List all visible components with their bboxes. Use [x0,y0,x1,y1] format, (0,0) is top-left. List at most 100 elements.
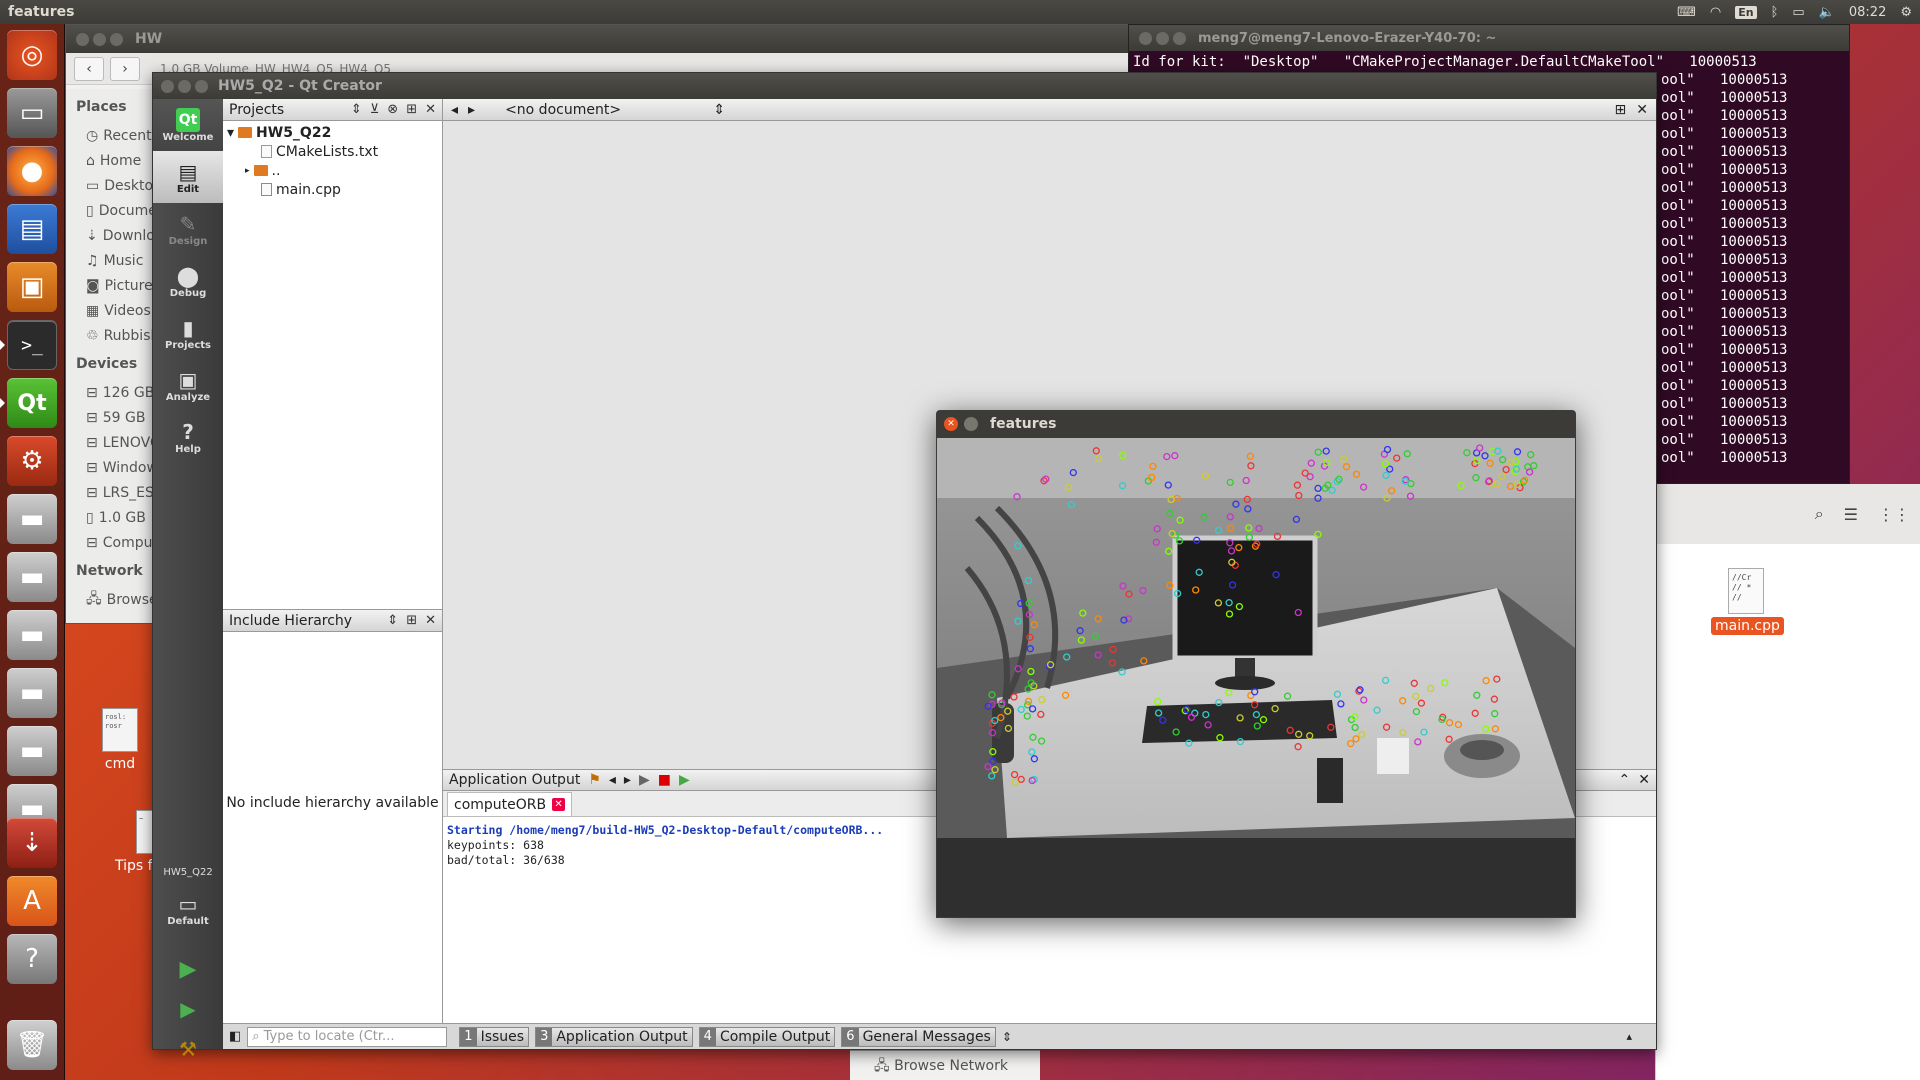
close-button[interactable] [161,79,174,93]
stop-icon[interactable]: ■ [658,772,671,788]
split-icon[interactable]: ⊞ [1615,102,1627,118]
kit-selector[interactable]: ▭ Default [153,883,223,935]
keyboard-icon[interactable]: ⌨ [1677,5,1696,20]
terminal-icon[interactable]: >_ [7,320,57,370]
close-tab-icon[interactable]: ✕ [552,798,566,811]
desktop-file-cmd[interactable]: rosl: rosr cmd [85,708,155,772]
close-button[interactable] [1139,31,1152,45]
files-icon[interactable]: ▭ [7,88,57,138]
sidebar-item-home[interactable]: ⌂ Home [76,148,161,173]
status-tab-issues[interactable]: 1 Issues [459,1026,530,1047]
nav-back-icon[interactable]: ◂ [451,102,458,118]
mode-help[interactable]: ? Help [153,411,223,463]
split-icon[interactable]: ⊞ [406,102,417,117]
firefox-icon[interactable]: ● [7,146,57,196]
close-icon[interactable]: ✕ [425,613,436,628]
split-icon[interactable]: ⊞ [406,613,417,628]
tab-computeorb[interactable]: computeORB ✕ [447,792,573,816]
updown-icon[interactable]: ⇕ [387,613,398,628]
sidebar-item-downloads[interactable]: ⇣Downloads [76,223,161,248]
trash-icon[interactable]: 🗑 [7,1020,57,1070]
close-icon[interactable]: ✕ [1636,102,1648,118]
forward-button[interactable]: › [110,56,140,81]
usb-drive-icon[interactable]: ⇣ [7,818,57,868]
sidebar-item-device[interactable]: ⊟ Windows [76,455,161,480]
sidebar-item-music[interactable]: ♫ Music [76,248,161,273]
debug-run-button[interactable]: ▶ [153,997,223,1021]
battery-icon[interactable]: ▭ [1792,5,1804,20]
include-pane-title[interactable]: Include Hierarchy [229,613,352,629]
next-icon[interactable]: ▸ [624,772,631,788]
tree-item-cmakelists[interactable]: CMakeLists.txt [223,142,442,161]
network-item[interactable]: 🖧 Browse Network [850,1050,1040,1080]
projects-pane-title[interactable]: Projects [229,102,284,118]
close-button[interactable]: ✕ [944,417,958,431]
system-settings-icon[interactable]: ⚙ [7,436,57,486]
maximize-button[interactable] [110,32,123,46]
software-center-icon[interactable]: A [7,876,57,926]
sidebar-toggle-icon[interactable]: ◧ [229,1029,241,1044]
close-icon[interactable]: ✕ [425,102,436,117]
status-tab-application-output[interactable]: 3 Application Output [535,1026,693,1047]
expand-output-icon[interactable]: ▴ [1626,1030,1632,1043]
drive-icon[interactable]: ▬ [7,552,57,602]
back-button[interactable]: ‹ [74,56,104,81]
sidebar-item-videos[interactable]: ▦ Videos [76,298,161,323]
clock[interactable]: 08:22 [1849,5,1886,20]
more-tabs-icon[interactable]: ⇕ [1002,1030,1012,1044]
mode-edit[interactable]: ▤ Edit [153,151,223,203]
prev-icon[interactable]: ◂ [609,772,616,788]
maximize-button[interactable] [195,79,208,93]
updown-icon[interactable]: ⇕ [351,102,362,117]
rerun-icon[interactable]: ▶ [639,772,650,788]
wifi-icon[interactable]: ◠ [1710,5,1721,20]
close-icon[interactable]: ✕ [1638,772,1650,788]
maximize-button[interactable] [1173,31,1186,45]
sidebar-item-desktop[interactable]: ▭ Desktop [76,173,161,198]
mode-design[interactable]: ✎ Design [153,203,223,255]
nav-forward-icon[interactable]: ▸ [468,102,475,118]
file-item[interactable]: //Cr// *// main.cpp [1711,568,1784,635]
status-tab-general-messages[interactable]: 6 General Messages [841,1026,996,1047]
sidebar-item-rubbish[interactable]: ♲Rubbish Bin [76,323,161,348]
debug-attach-icon[interactable]: ▶ [679,772,690,788]
sidebar-item-device[interactable]: ⊟ 59 GB [76,405,161,430]
link-icon[interactable]: ⊗ [387,102,398,117]
tree-root[interactable]: ▾ HW5_Q22 [223,123,442,142]
menu-icon[interactable]: ☰ [1844,505,1858,524]
drive-icon[interactable]: ▬ [7,726,57,776]
settings-gear-icon[interactable]: ⚙ [1900,5,1912,20]
document-selector[interactable]: <no document> ⇕ [505,102,725,118]
locator-input[interactable]: ⌕ Type to locate (Ctr... [247,1026,448,1047]
expand-arrow-icon[interactable]: ▾ [227,125,234,141]
drive-icon[interactable]: ▬ [7,610,57,660]
bluetooth-icon[interactable]: ᛒ [1771,5,1779,20]
tree-item-folder[interactable]: ▸.. [223,161,442,180]
minimize-button[interactable] [964,417,978,431]
impress-icon[interactable]: ▣ [7,262,57,312]
ubuntu-dash-icon[interactable]: ◎ [7,30,57,80]
qt-creator-icon[interactable]: Qt [7,378,57,428]
volume-icon[interactable]: 🔈 [1819,5,1835,20]
maximize-pane-icon[interactable]: ⌃ [1619,772,1631,788]
sidebar-item-network[interactable]: 🖧Browse Network [76,587,161,612]
minimize-button[interactable] [1156,31,1169,45]
sidebar-item-device[interactable]: ⊟ 126 GB [76,380,161,405]
collapse-arrow-icon[interactable]: ▸ [245,166,250,176]
language-indicator[interactable]: En [1735,5,1757,19]
grid-view-icon[interactable]: ⋮⋮ [1878,505,1910,524]
sidebar-item-pictures[interactable]: ◙ Pictures [76,273,161,298]
sidebar-item-device[interactable]: ⊟Computer [76,530,161,555]
help-icon[interactable]: ? [7,934,57,984]
mode-debug[interactable]: ⬤ Debug [153,255,223,307]
sidebar-item-documents[interactable]: ▯Documents [76,198,161,223]
close-button[interactable] [76,32,89,46]
filter-icon[interactable]: ⊻ [370,102,380,117]
search-icon[interactable]: ⌕ [1815,504,1824,524]
mode-projects[interactable]: ▮ Projects [153,307,223,359]
build-hammer-icon[interactable]: ⚒ [153,1037,223,1061]
sidebar-item-device[interactable]: ⊟ LENOVO [76,430,161,455]
drive-icon[interactable]: ▬ [7,494,57,544]
mode-analyze[interactable]: ▣ Analyze [153,359,223,411]
sidebar-item-device[interactable]: ▯ 1.0 GB [76,505,161,530]
